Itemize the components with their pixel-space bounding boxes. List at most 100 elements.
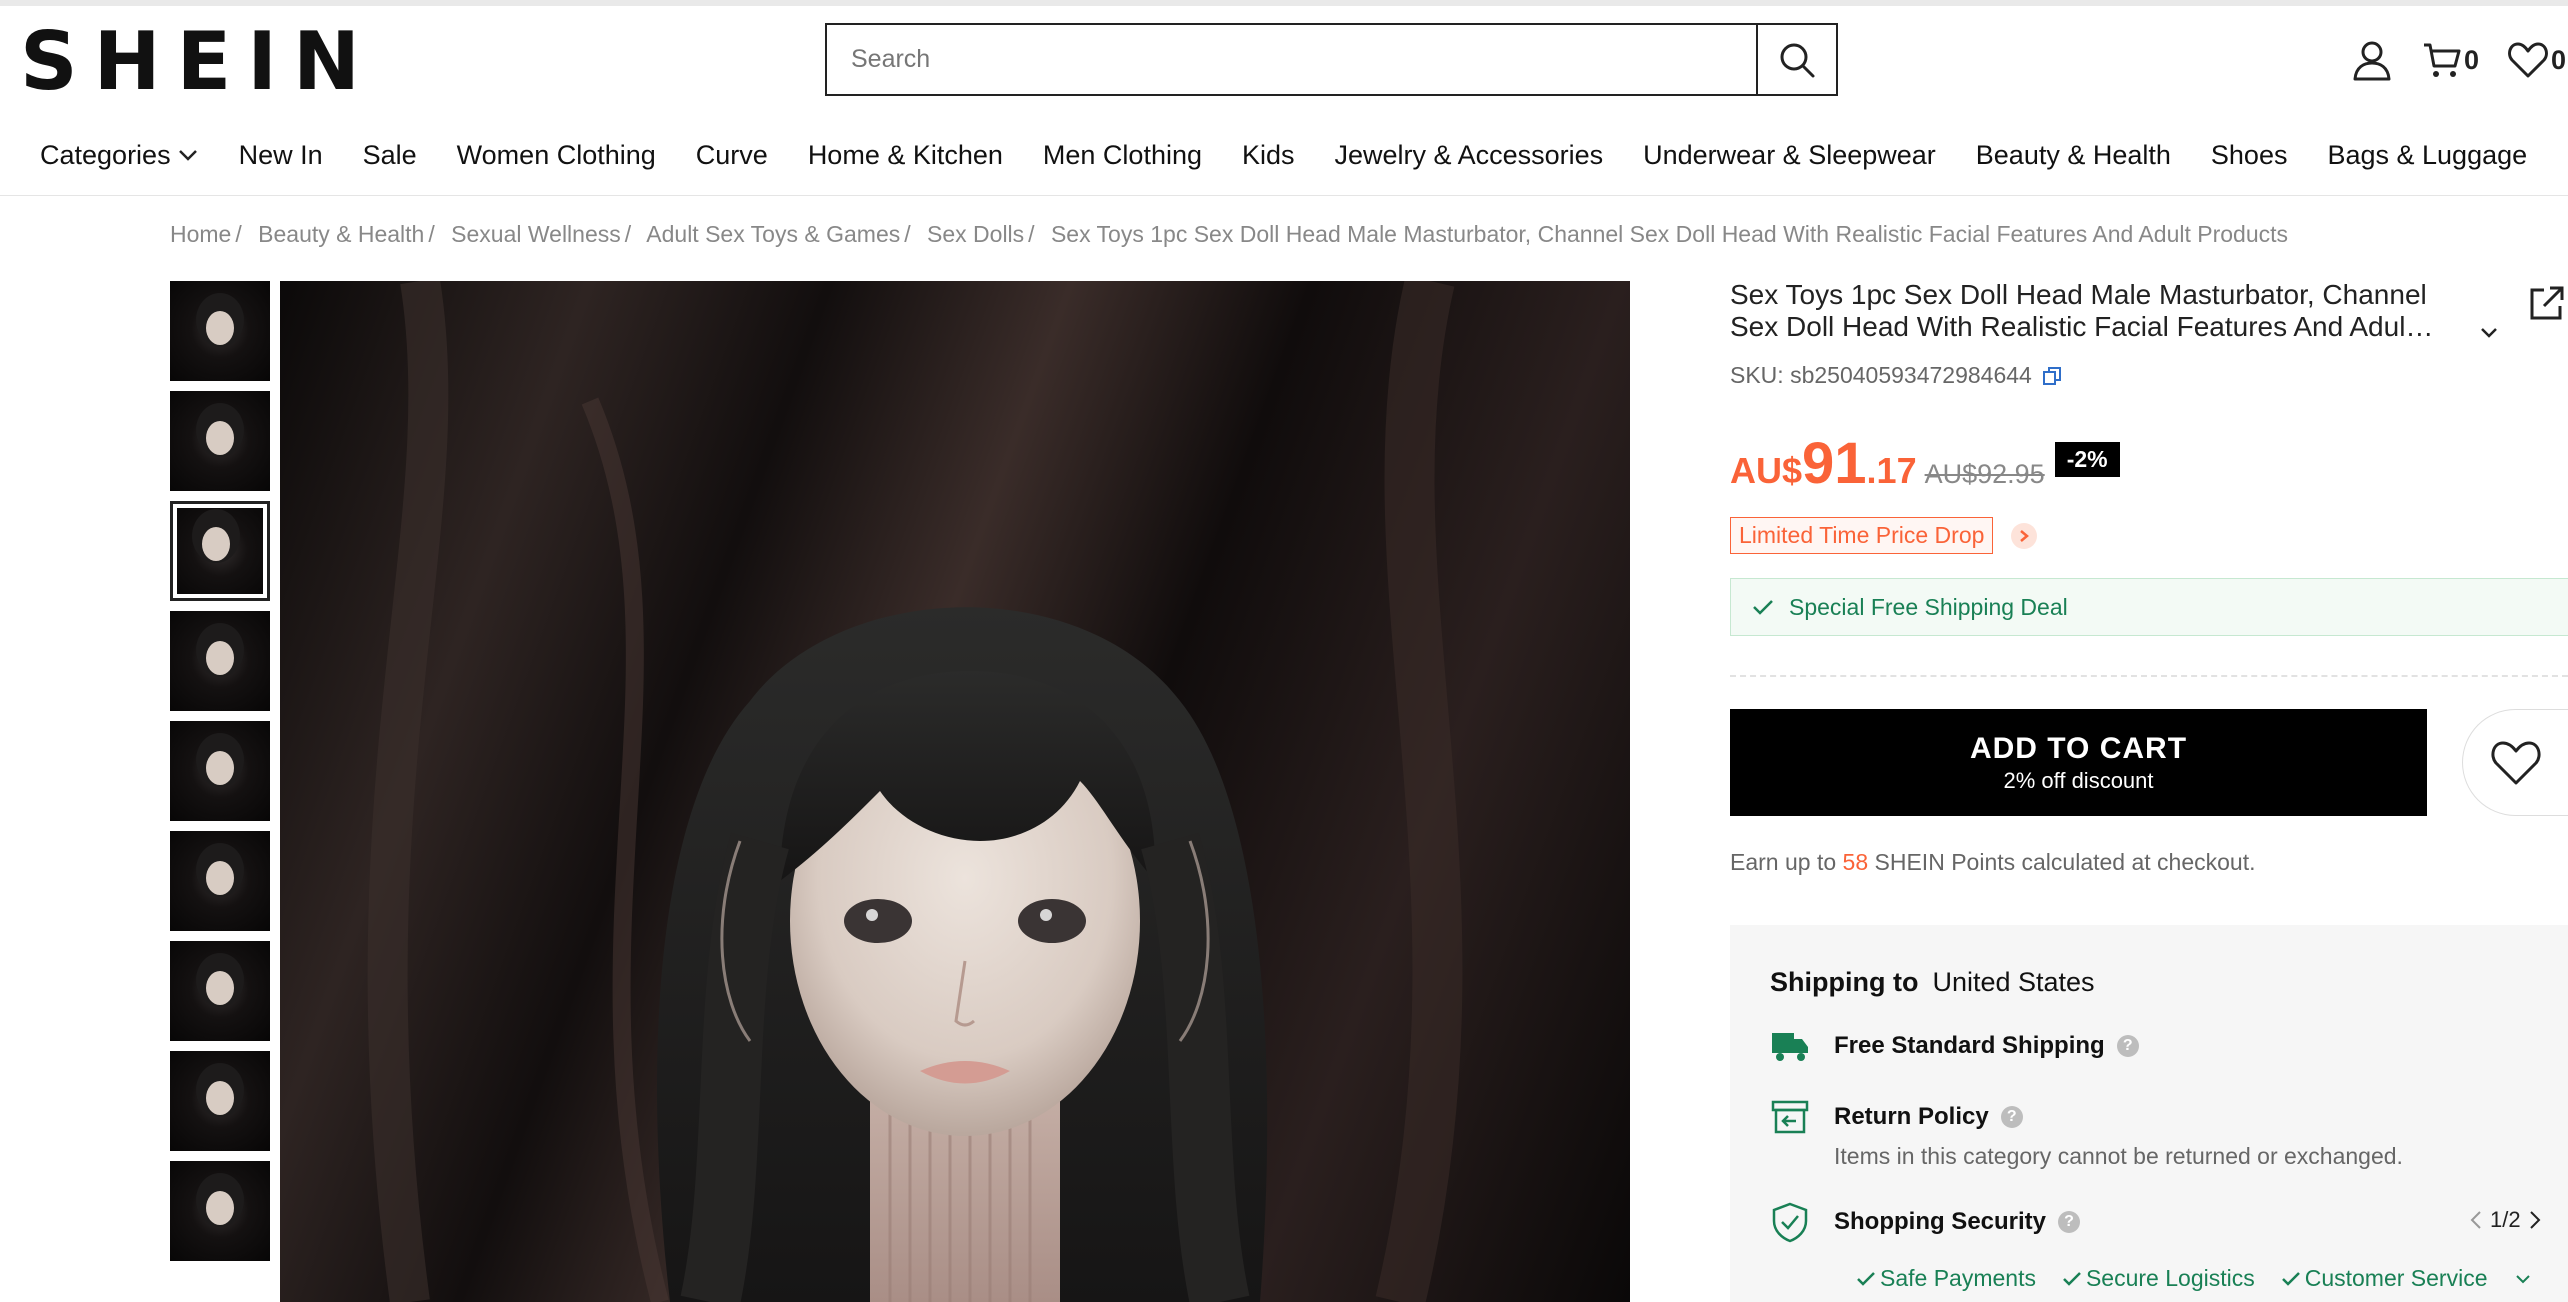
product-thumbnail[interactable] [170,941,270,1041]
share-button[interactable] [2528,284,2566,327]
return-policy-label: Return Policy [1834,1103,1989,1130]
product-thumbnail[interactable] [170,721,270,821]
nav-bags-luggage[interactable]: Bags & Luggage [2327,140,2527,171]
check-icon [2281,1271,2300,1286]
sku-value: sb25040593472984644 [1790,362,2032,388]
chevron-down-icon [178,150,197,161]
nav-home-kitchen[interactable]: Home & Kitchen [808,140,1003,171]
header-icons: 0 0 [2350,30,2568,90]
thumbnail-list [170,281,270,1271]
nav-underwear-sleepwear[interactable]: Underwear & Sleepwear [1643,140,1936,171]
thumbnail-face [202,527,230,561]
free-shipping-deal: Special Free Shipping Deal [1730,578,2568,636]
thumbnail-face [206,641,234,675]
nav-shoes[interactable]: Shoes [2211,140,2288,171]
price-decimal: .17 [1866,450,1917,491]
heart-icon [2508,42,2548,78]
product-title: Sex Toys 1pc Sex Doll Head Male Masturba… [1730,279,2440,343]
search-bar [825,23,1838,96]
product-photo [367,281,1463,1302]
security-pager: 1/2 [2470,1207,2541,1233]
points-info: Earn up to 58 SHEIN Points calculated at… [1730,849,2256,876]
shein-logo[interactable]: SHEIN [20,22,376,102]
breadcrumb-sexual-wellness[interactable]: Sexual Wellness [451,221,621,247]
truck-icon [1772,1033,1808,1061]
original-price: AU$92.95 [1924,459,2045,489]
feature-customer-service: Customer Service [2281,1265,2488,1292]
search-input[interactable] [827,25,1756,94]
shipping-panel: Shipping to United States Free Standard S… [1730,925,2568,1302]
chevron-right-icon[interactable] [2529,1210,2541,1230]
sku-row: SKU: sb25040593472984644 [1730,362,2062,389]
top-strip [0,0,2568,6]
nav-men-clothing[interactable]: Men Clothing [1043,140,1202,171]
nav-women-clothing[interactable]: Women Clothing [457,140,656,171]
return-icon [1771,1100,1809,1134]
free-shipping-label: Free Standard Shipping [1834,1032,2105,1059]
cart-count: 0 [2464,44,2480,75]
price-drop-tag[interactable]: Limited Time Price Drop [1730,517,1994,554]
nav-kids[interactable]: Kids [1242,140,1295,171]
points-prefix: Earn up to [1730,849,1837,875]
price-currency: AU$ [1730,450,1803,491]
nav-beauty-health[interactable]: Beauty & Health [1976,140,2171,171]
chevron-left-icon[interactable] [2470,1210,2482,1230]
main-product-image[interactable] [280,281,1630,1302]
shipping-deal-label: Special Free Shipping Deal [1789,593,2068,620]
copy-icon[interactable] [2042,366,2062,386]
add-to-cart-button[interactable]: ADD TO CART 2% off discount [1730,709,2427,816]
search-icon [1780,43,1815,77]
share-icon [2530,286,2564,320]
thumbnail-face [206,971,234,1005]
promo-arrow[interactable] [2011,522,2038,549]
thumbnail-face [206,1191,234,1225]
main-nav: Categories New In Sale Women Clothing Cu… [40,137,2568,173]
product-thumbnail[interactable] [170,1161,270,1261]
nav-jewelry-accessories[interactable]: Jewelry & Accessories [1335,140,1604,171]
shipping-to: Shipping to United States [1770,967,2095,998]
breadcrumb-home[interactable]: Home [170,221,231,247]
check-icon [1857,1271,1875,1286]
nav-new-in[interactable]: New In [239,140,323,171]
breadcrumb-beauty-health[interactable]: Beauty & Health [258,221,424,247]
return-policy-row: Return Policy ? [1770,1099,2023,1135]
product-thumbnail[interactable] [170,1051,270,1151]
breadcrumb-adult-toys[interactable]: Adult Sex Toys & Games [646,221,900,247]
pager-value: 1/2 [2490,1207,2521,1232]
thumbnail-face [206,311,234,345]
nav-label: Categories [40,139,171,170]
help-icon[interactable]: ? [2116,1035,2139,1057]
shopping-security-label: Shopping Security [1834,1208,2047,1235]
wishlist-button[interactable]: 0 [2507,40,2566,80]
discount-badge: -2% [2054,442,2120,477]
search-button[interactable] [1756,25,1836,94]
promo-row[interactable]: Limited Time Price Drop [1730,517,2038,554]
feature-label: Customer Service [2304,1265,2488,1291]
product-thumbnail[interactable] [170,611,270,711]
product-thumbnail[interactable] [170,501,270,601]
help-icon[interactable]: ? [2000,1106,2023,1128]
points-suffix: SHEIN Points calculated at checkout. [1874,849,2256,875]
security-features: Safe Payments Secure Logistics Customer … [1856,1265,2532,1292]
expand-title-button[interactable] [2478,325,2500,346]
account-button[interactable] [2350,38,2394,82]
breadcrumb-sex-dolls[interactable]: Sex Dolls [927,221,1024,247]
shopping-security-row: Shopping Security ? [1770,1201,2081,1243]
chevron-right-icon [2020,529,2030,542]
cart-button[interactable]: 0 [2422,40,2479,80]
product-thumbnail[interactable] [170,281,270,381]
price-integer: 91 [1802,431,1867,496]
product-thumbnail[interactable] [170,391,270,491]
return-policy-desc: Items in this category cannot be returne… [1834,1143,2403,1169]
product-thumbnail[interactable] [170,831,270,931]
nav-categories[interactable]: Categories [40,140,199,171]
chevron-down-icon[interactable] [2514,1272,2532,1286]
add-to-wishlist-button[interactable] [2462,709,2568,816]
free-shipping-row: Free Standard Shipping ? [1770,1029,2139,1063]
nav-curve[interactable]: Curve [696,140,768,171]
nav-sale[interactable]: Sale [363,140,417,171]
help-icon[interactable]: ? [2058,1211,2081,1233]
thumbnail-face [206,751,234,785]
divider [1730,675,2568,677]
shipping-country[interactable]: United States [1932,967,2094,997]
